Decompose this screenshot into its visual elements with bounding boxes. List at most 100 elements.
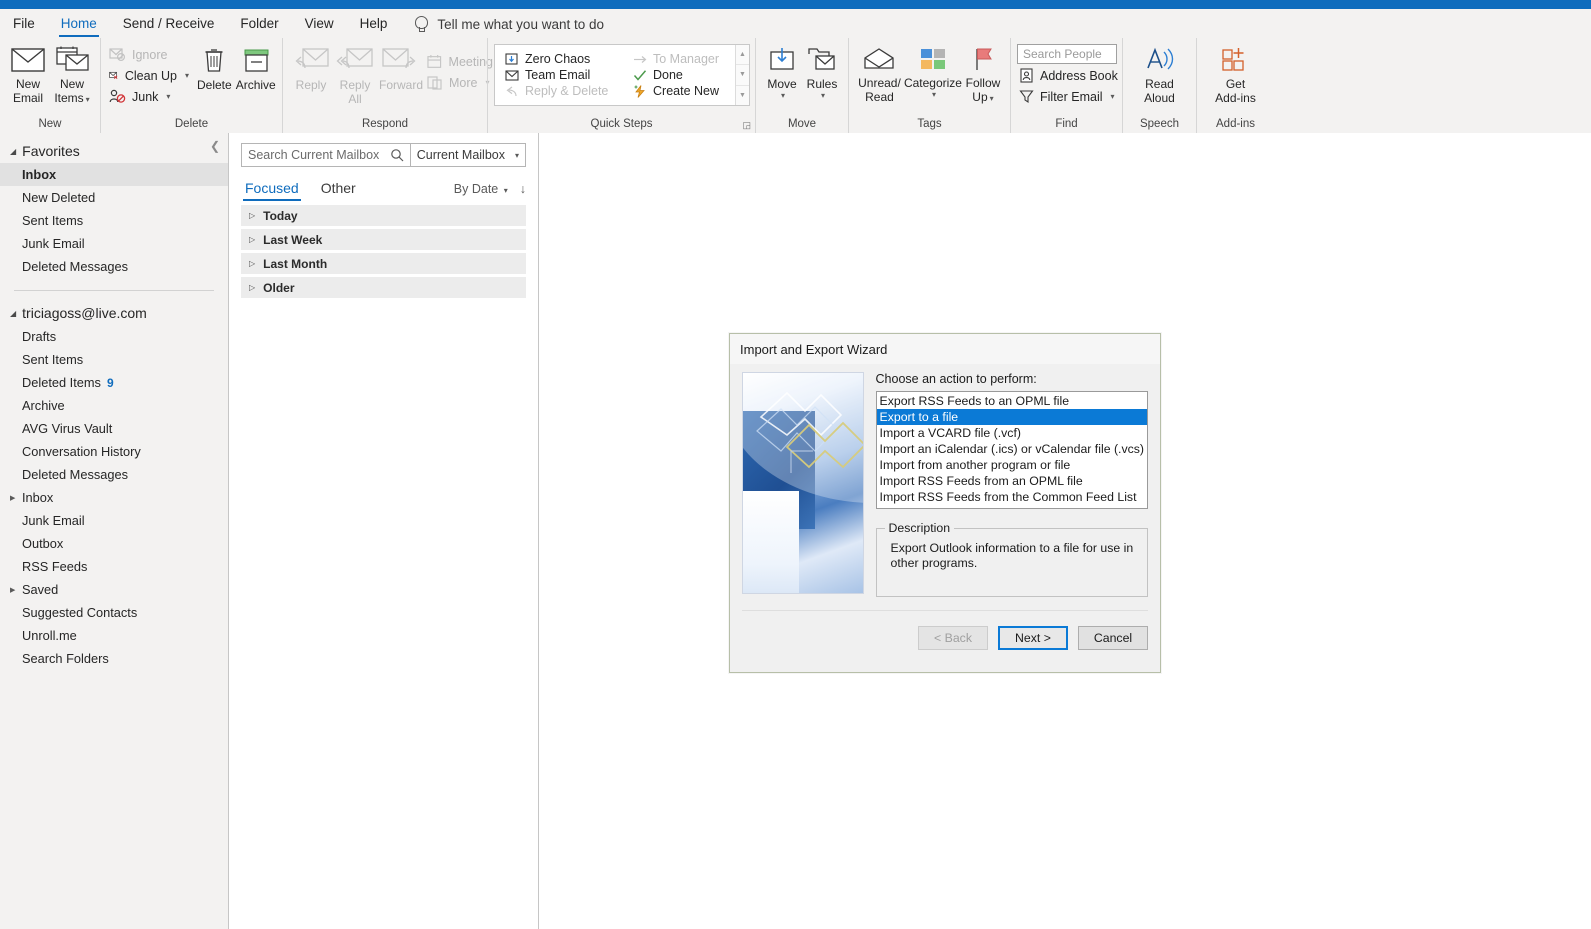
tell-me-search[interactable]: Tell me what you want to do <box>400 16 604 38</box>
follow-up-button[interactable]: Follow Up ▾ <box>962 42 1004 106</box>
move-to-folder-icon <box>505 52 518 65</box>
listbox-option-import-rss-common-feed[interactable]: Import RSS Feeds from the Common Feed Li… <box>877 489 1147 505</box>
sidebar-item-favorites-new-deleted[interactable]: New Deleted <box>0 186 228 209</box>
quick-steps-gallery[interactable]: Zero Chaos Team Email Reply & Delete To … <box>494 44 750 106</box>
sidebar-item-favorites-junk-email[interactable]: Junk Email <box>0 232 228 255</box>
scroll-down-icon[interactable]: ▼ <box>736 65 749 86</box>
sort-by-dropdown[interactable]: By Date ▾ <box>454 182 508 196</box>
listbox-option-import-vcard[interactable]: Import a VCARD file (.vcf) <box>877 425 1147 441</box>
sidebar-item-outbox[interactable]: Outbox <box>0 532 228 555</box>
sidebar-item-inbox[interactable]: ▶ Inbox <box>0 486 228 509</box>
dialog-prompt: Choose an action to perform: <box>875 372 1037 386</box>
sidebar-item-favorites-inbox[interactable]: Inbox <box>0 163 228 186</box>
get-addins-button[interactable]: Get Add-ins <box>1203 42 1268 105</box>
new-items-button[interactable]: New Items ▾ <box>50 42 94 107</box>
account-header[interactable]: ◢ triciagoss@live.com <box>0 301 228 325</box>
sidebar-item-unroll-me[interactable]: Unroll.me <box>0 624 228 647</box>
sidebar-label: Junk Email <box>22 236 85 251</box>
cancel-button-label: Cancel <box>1093 630 1133 645</box>
listbox-option-export-rss-opml[interactable]: Export RSS Feeds to an OPML file <box>877 393 1147 409</box>
sidebar-item-avg-virus-vault[interactable]: AVG Virus Vault <box>0 417 228 440</box>
quick-steps-scrollbar[interactable]: ▲ ▼ ▼ <box>735 45 749 105</box>
sidebar-item-sent-items[interactable]: Sent Items <box>0 348 228 371</box>
sidebar-label: Drafts <box>22 329 57 344</box>
categorize-button[interactable]: Categorize ▾ <box>904 42 962 99</box>
reply-all-button[interactable]: Reply All <box>333 42 377 106</box>
forward-button[interactable]: Forward <box>377 42 425 92</box>
arrow-down-icon[interactable]: ↓ <box>520 182 526 196</box>
tab-send-receive[interactable]: Send / Receive <box>110 12 228 38</box>
tab-folder-label: Folder <box>240 16 279 31</box>
filter-email-button[interactable]: Filter Email ▾ <box>1017 87 1124 106</box>
folder-pane-divider <box>14 290 214 291</box>
new-items-icon <box>56 46 89 71</box>
scroll-up-icon[interactable]: ▲ <box>736 45 749 66</box>
tab-view[interactable]: View <box>292 12 347 38</box>
sidebar-item-rss-feeds[interactable]: RSS Feeds <box>0 555 228 578</box>
quick-step-team-email[interactable]: Team Email <box>501 67 617 83</box>
sidebar-item-archive[interactable]: Archive <box>0 394 228 417</box>
unread-read-button[interactable]: Unread/Read <box>855 42 904 104</box>
listbox-option-import-rss-opml[interactable]: Import RSS Feeds from an OPML file <box>877 473 1147 489</box>
address-book-button[interactable]: Address Book <box>1017 66 1124 85</box>
cancel-button[interactable]: Cancel <box>1078 625 1148 650</box>
quick-step-done[interactable]: Done <box>629 67 729 83</box>
sidebar-item-search-folders[interactable]: Search Folders <box>0 647 228 670</box>
sidebar-item-saved[interactable]: ▶ Saved <box>0 578 228 601</box>
group-header-today[interactable]: ▷ Today <box>241 205 526 226</box>
description-text: Export Outlook information to a file for… <box>890 541 1134 570</box>
move-button[interactable]: Move ▾ <box>762 42 802 100</box>
search-people-input[interactable]: Search People <box>1017 44 1117 64</box>
ignore-button[interactable]: Ignore <box>107 45 195 64</box>
tab-folder[interactable]: Folder <box>227 12 291 38</box>
favorites-header[interactable]: ◢ Favorites <box>0 139 228 163</box>
chevron-down-icon: ▾ <box>514 150 519 160</box>
listbox-option-import-icalendar[interactable]: Import an iCalendar (.ics) or vCalendar … <box>877 441 1147 457</box>
tab-file[interactable]: File <box>0 12 48 38</box>
tab-home[interactable]: Home <box>48 12 110 38</box>
delete-button[interactable]: Delete <box>195 42 234 92</box>
chevron-left-icon[interactable]: ❮ <box>210 139 220 153</box>
new-email-button[interactable]: New Email <box>6 42 50 105</box>
tab-other[interactable]: Other <box>319 177 358 202</box>
quick-step-zero-chaos[interactable]: Zero Chaos <box>501 51 617 67</box>
next-button[interactable]: Next > <box>998 625 1068 650</box>
sidebar-item-deleted-items[interactable]: Deleted Items 9 <box>0 371 228 394</box>
triangle-right-icon[interactable]: ▶ <box>10 586 15 594</box>
sidebar-item-favorites-sent-items[interactable]: Sent Items <box>0 209 228 232</box>
sidebar-item-suggested-contacts[interactable]: Suggested Contacts <box>0 601 228 624</box>
quick-step-create-new[interactable]: Create New <box>629 83 729 99</box>
action-listbox[interactable]: Export RSS Feeds to an OPML file Export … <box>875 391 1148 509</box>
listbox-option-import-another-program[interactable]: Import from another program or file <box>877 457 1147 473</box>
quick-step-to-manager[interactable]: To Manager <box>629 51 729 67</box>
tab-focused[interactable]: Focused <box>243 177 301 202</box>
rules-button[interactable]: Rules ▾ <box>802 42 842 100</box>
listbox-option-export-to-file[interactable]: Export to a file <box>876 409 1147 425</box>
read-aloud-button[interactable]: Read Aloud <box>1133 42 1187 105</box>
sidebar-item-favorites-deleted-messages[interactable]: Deleted Messages <box>0 255 228 278</box>
triangle-right-icon: ▷ <box>249 283 256 292</box>
group-header-last-month[interactable]: ▷ Last Month <box>241 253 526 274</box>
search-input[interactable]: Search Current Mailbox <box>241 143 411 167</box>
group-label-move: Move <box>787 118 817 130</box>
back-button[interactable]: < Back <box>918 625 988 650</box>
junk-button[interactable]: Junk ▾ <box>107 87 195 106</box>
clean-up-button[interactable]: Clean Up ▾ <box>107 66 195 85</box>
group-header-last-week[interactable]: ▷ Last Week <box>241 229 526 250</box>
magnifier-icon[interactable] <box>390 148 404 162</box>
ribbon: New Email New Items ▾ New Ignore Clean U… <box>0 38 1591 133</box>
triangle-right-icon[interactable]: ▶ <box>10 494 15 502</box>
sidebar-item-conversation-history[interactable]: Conversation History <box>0 440 228 463</box>
sidebar-item-deleted-messages[interactable]: Deleted Messages <box>0 463 228 486</box>
quick-step-reply-delete[interactable]: Reply & Delete <box>501 83 617 99</box>
mailbox-scope-dropdown[interactable]: Current Mailbox ▾ <box>410 143 526 167</box>
new-email-label-2: Email <box>12 91 43 105</box>
reply-button[interactable]: Reply <box>289 42 333 92</box>
sidebar-item-drafts[interactable]: Drafts <box>0 325 228 348</box>
tab-help[interactable]: Help <box>347 12 401 38</box>
sidebar-item-junk-email[interactable]: Junk Email <box>0 509 228 532</box>
archive-button[interactable]: Archive <box>234 42 278 92</box>
more-gallery-icon[interactable]: ▼ <box>736 86 749 105</box>
group-header-older[interactable]: ▷ Older <box>241 277 526 298</box>
quick-steps-dialog-launcher-icon[interactable]: ◲ <box>742 120 751 131</box>
